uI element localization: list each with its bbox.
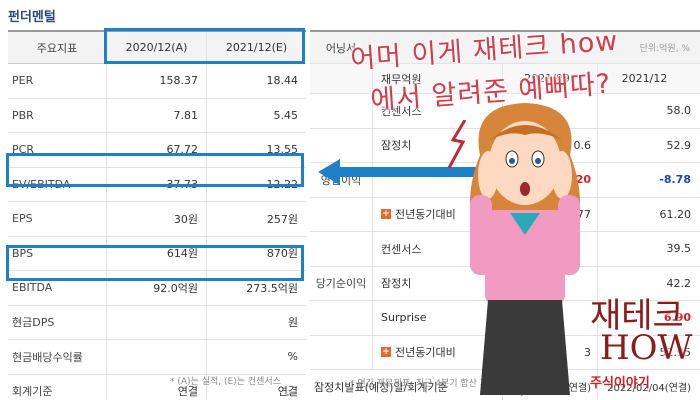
row-value-2021: % bbox=[206, 340, 306, 374]
row-label: 잠정치 bbox=[381, 277, 412, 291]
table-row: 현금배당수익률 % bbox=[8, 340, 306, 375]
section-title: 펀더멘털 bbox=[8, 10, 56, 25]
row-label: PBR bbox=[12, 108, 34, 122]
ebitda-highlight bbox=[6, 245, 304, 281]
table-row: PBR 7.81 5.45 bbox=[8, 98, 306, 133]
row-label: PER bbox=[12, 74, 34, 88]
table-row: PER 158.37 18.44 bbox=[8, 64, 306, 99]
row-label: EBITDA bbox=[12, 281, 53, 295]
table-row: 현금DPS 원 bbox=[8, 305, 306, 340]
row-value-2021: 257원 bbox=[206, 202, 306, 236]
row-value-2021: 5.45 bbox=[206, 98, 306, 132]
row-value-2020: 158.37 bbox=[106, 64, 206, 98]
brand-how: HOW bbox=[600, 328, 693, 368]
row-value-2021: 원 bbox=[206, 305, 306, 339]
row-label: 회계기준 bbox=[12, 385, 53, 399]
ev-ebitda-highlight bbox=[6, 153, 304, 187]
left-footnote: * (A)는 실적, (E)는 컨센서스 bbox=[170, 377, 281, 387]
row-value-2020: 7.81 bbox=[106, 98, 206, 132]
row-value-2021: 18.44 bbox=[206, 64, 306, 98]
row-label: 잠정치 bbox=[381, 139, 412, 153]
screen: 펀더멘털 주요지표 2020/12(A) 2021/12(E) PER 158.… bbox=[0, 0, 700, 400]
table-row: EPS 30원 257원 bbox=[8, 202, 306, 237]
row-label: 현금배당수익률 bbox=[12, 350, 83, 364]
row-label: Surprise bbox=[381, 311, 427, 325]
fundamentals-table: 주요지표 2020/12(A) 2021/12(E) PER 158.37 18… bbox=[8, 30, 306, 400]
row-value-2020 bbox=[106, 305, 206, 339]
group-label-net-income: 당기순이익 bbox=[315, 277, 367, 291]
expand-plus-icon[interactable]: + bbox=[381, 347, 391, 358]
year-header-highlight bbox=[104, 28, 305, 64]
colheader-2021-12: 2021/12 bbox=[597, 64, 697, 93]
expand-plus-icon[interactable]: + bbox=[381, 209, 391, 220]
row-value-2020 bbox=[106, 340, 206, 374]
shock-mark-icon bbox=[447, 120, 467, 169]
header-indicator: 주요지표 bbox=[36, 41, 78, 55]
row-label: EPS bbox=[12, 212, 33, 226]
row-value-2020: 30원 bbox=[106, 202, 206, 236]
expand-chevron-icon[interactable]: ⌄ bbox=[282, 384, 294, 400]
row-label: 현금DPS bbox=[12, 316, 55, 330]
row-label: 컨센서스 bbox=[381, 242, 422, 256]
brand-subtitle: 주식이야기 bbox=[590, 376, 650, 391]
